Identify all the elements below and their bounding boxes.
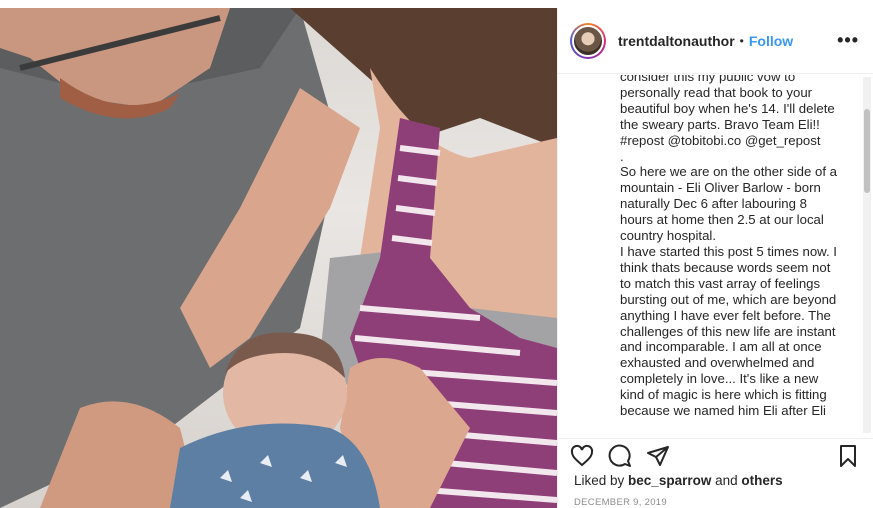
- liked-and: and: [711, 473, 742, 488]
- post-header: trentdaltonauthor • Follow •••: [558, 8, 873, 74]
- heart-icon[interactable]: [570, 444, 596, 470]
- post-side-panel: trentdaltonauthor • Follow ••• consider …: [557, 8, 873, 508]
- likes-summary: Liked by bec_sparrow and others: [574, 473, 783, 488]
- avatar-photo: [572, 24, 604, 57]
- separator-dot: •: [739, 33, 744, 48]
- liked-others[interactable]: others: [741, 473, 782, 488]
- caption-scroll-area[interactable]: consider this my public vow to personall…: [558, 75, 873, 437]
- scrollbar-thumb[interactable]: [864, 109, 870, 193]
- share-icon[interactable]: [646, 444, 672, 470]
- author-username[interactable]: trentdaltonauthor: [618, 33, 735, 49]
- liked-prefix: Liked by: [574, 473, 629, 488]
- liked-user[interactable]: bec_sparrow: [628, 473, 711, 488]
- action-bar: [558, 438, 873, 474]
- post-date[interactable]: DECEMBER 9, 2019: [574, 497, 667, 508]
- more-options-icon[interactable]: •••: [837, 30, 859, 51]
- post-photo[interactable]: [0, 8, 557, 508]
- author-avatar[interactable]: [570, 22, 606, 59]
- bookmark-icon[interactable]: [836, 444, 862, 470]
- photo-illustration: [0, 8, 557, 508]
- post-caption: consider this my public vow to personall…: [620, 75, 838, 419]
- follow-button[interactable]: Follow: [749, 33, 793, 49]
- comment-icon[interactable]: [608, 444, 634, 470]
